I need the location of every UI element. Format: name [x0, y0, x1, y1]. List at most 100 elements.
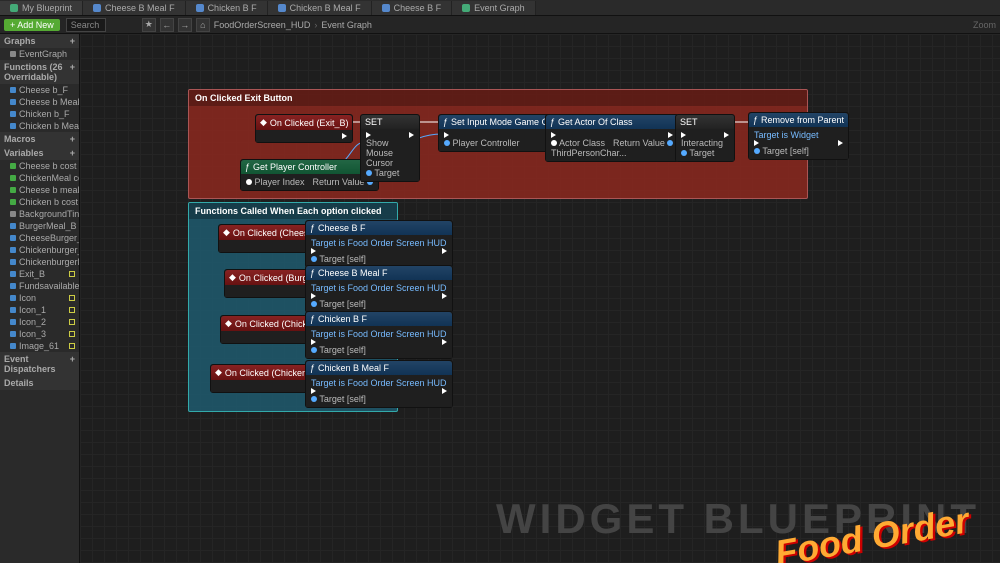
variable-item[interactable]: Icon_3 — [0, 328, 79, 340]
variable-item[interactable]: BurgerMeal_B — [0, 220, 79, 232]
variable-item[interactable]: Chicken b cost — [0, 196, 79, 208]
var-icon — [10, 175, 16, 181]
node-get-actor-of-class[interactable]: ƒGet Actor Of Class Actor ClassReturn Va… — [545, 114, 679, 162]
add-icon[interactable]: + — [70, 36, 75, 46]
var-icon — [10, 223, 16, 229]
exec-pin[interactable] — [342, 133, 347, 139]
search-input[interactable]: Search — [66, 18, 106, 32]
exec-pin[interactable] — [442, 388, 447, 394]
nav-forward-button[interactable]: → — [178, 18, 192, 32]
function-item[interactable]: Chicken b_F — [0, 108, 79, 120]
var-icon — [10, 295, 16, 301]
variable-item[interactable]: Exit_B — [0, 268, 79, 280]
var-icon — [10, 247, 16, 253]
tab-label: My Blueprint — [22, 3, 72, 13]
add-new-button[interactable]: + Add New — [4, 19, 60, 31]
tab-cheeseb[interactable]: Cheese B F — [372, 1, 453, 15]
function-item[interactable]: Chicken b Meal_F — [0, 120, 79, 132]
variable-item[interactable]: Icon — [0, 292, 79, 304]
node-get-player-controller[interactable]: ƒGet Player Controller Player IndexRetur… — [240, 159, 379, 191]
var-icon — [10, 343, 16, 349]
input-pin[interactable] — [311, 301, 317, 307]
variable-item[interactable]: Fundsavailabletext — [0, 280, 79, 292]
visibility-icon[interactable] — [69, 307, 75, 313]
add-icon[interactable]: + — [70, 354, 75, 374]
visibility-icon[interactable] — [69, 295, 75, 301]
function-item[interactable]: Cheese b Meal_F — [0, 96, 79, 108]
variable-item[interactable]: Chickenburger_B — [0, 244, 79, 256]
node-fn-cheeseb[interactable]: ƒCheese B F Target is Food Order Screen … — [305, 220, 453, 268]
graph-item[interactable]: EventGraph — [0, 48, 79, 60]
tab-label: Event Graph — [474, 3, 525, 13]
function-icon — [382, 4, 390, 12]
graphs-header[interactable]: Graphs+ — [0, 34, 79, 48]
input-pin[interactable] — [366, 170, 372, 176]
variable-item[interactable]: Cheese b cost — [0, 160, 79, 172]
function-icon — [10, 99, 16, 105]
input-pin[interactable] — [311, 256, 317, 262]
variable-item[interactable]: ChickenburgerMeal_B — [0, 256, 79, 268]
variable-item[interactable]: BackgroundTint — [0, 208, 79, 220]
visibility-icon[interactable] — [69, 331, 75, 337]
node-remove-from-parent[interactable]: ƒRemove from Parent Target is Widget Tar… — [748, 112, 849, 160]
function-item[interactable]: Cheese b_F — [0, 84, 79, 96]
var-icon — [10, 271, 16, 277]
node-fn-cheesemeal[interactable]: ƒCheese B Meal F Target is Food Order Sc… — [305, 265, 453, 313]
variable-item[interactable]: Image_61 — [0, 340, 79, 352]
breadcrumb-root[interactable]: FoodOrderScreen_HUD — [214, 20, 311, 30]
variables-header[interactable]: Variables+ — [0, 146, 79, 160]
node-set-showmouse[interactable]: SET Show Mouse Cursor Target — [360, 114, 420, 182]
graph-icon — [10, 51, 16, 57]
input-pin[interactable] — [681, 150, 687, 156]
dispatchers-header[interactable]: Event Dispatchers+ — [0, 352, 79, 376]
comment-title[interactable]: Functions Called When Each option clicke… — [189, 203, 397, 219]
input-pin[interactable] — [311, 396, 317, 402]
var-icon — [10, 235, 16, 241]
exec-pin[interactable] — [838, 140, 843, 146]
details-header[interactable]: Details — [0, 376, 79, 390]
tab-cheesebmeal[interactable]: Cheese B Meal F — [83, 1, 186, 15]
node-fn-chickenb[interactable]: ƒChicken B F Target is Food Order Screen… — [305, 311, 453, 359]
node-fn-chickenmeal[interactable]: ƒChicken B Meal F Target is Food Order S… — [305, 360, 453, 408]
node-onclicked-exit[interactable]: ◆On Clicked (Exit_B) — [255, 114, 353, 143]
tab-chickenbmeal[interactable]: Chicken B Meal F — [268, 1, 372, 15]
output-pin[interactable] — [667, 140, 673, 146]
function-icon — [278, 4, 286, 12]
functions-header[interactable]: Functions (26 Overridable)+ — [0, 60, 79, 84]
node-header: ƒRemove from Parent — [749, 113, 848, 127]
nav-back-button[interactable]: ← — [160, 18, 174, 32]
input-pin[interactable] — [311, 347, 317, 353]
tab-chickenb[interactable]: Chicken B F — [186, 1, 268, 15]
variable-item[interactable]: Cheese b meal cost — [0, 184, 79, 196]
exec-pin[interactable] — [442, 293, 447, 299]
variable-item[interactable]: Icon_2 — [0, 316, 79, 328]
add-icon[interactable]: + — [70, 148, 75, 158]
zoom-label: Zoom — [973, 20, 996, 30]
exec-pin[interactable] — [724, 132, 729, 138]
visibility-icon[interactable] — [69, 271, 75, 277]
input-pin[interactable] — [444, 140, 450, 146]
add-icon[interactable]: + — [70, 62, 75, 82]
comment-title[interactable]: On Clicked Exit Button — [189, 90, 807, 106]
favorite-button[interactable]: ★ — [142, 18, 156, 32]
tab-myblueprint[interactable]: My Blueprint — [0, 1, 83, 15]
macros-header[interactable]: Macros+ — [0, 132, 79, 146]
add-icon[interactable]: + — [70, 134, 75, 144]
node-set-interacting[interactable]: SET Interacting Target — [675, 114, 735, 162]
event-graph-canvas[interactable]: On Clicked Exit Button Functions Called … — [80, 34, 1000, 563]
node-header: SET — [676, 115, 734, 129]
nav-home-button[interactable]: ⌂ — [196, 18, 210, 32]
variable-item[interactable]: CheeseBurger_B — [0, 232, 79, 244]
exec-pin[interactable] — [442, 339, 447, 345]
exec-pin[interactable] — [442, 248, 447, 254]
breadcrumb-leaf[interactable]: Event Graph — [321, 20, 372, 30]
input-pin[interactable] — [551, 140, 557, 146]
input-pin[interactable] — [246, 179, 252, 185]
visibility-icon[interactable] — [69, 319, 75, 325]
variable-item[interactable]: Icon_1 — [0, 304, 79, 316]
variable-item[interactable]: ChickenMeal cost — [0, 172, 79, 184]
var-icon — [10, 163, 16, 169]
visibility-icon[interactable] — [69, 343, 75, 349]
input-pin[interactable] — [754, 148, 760, 154]
tab-eventgraph[interactable]: Event Graph — [452, 1, 536, 15]
